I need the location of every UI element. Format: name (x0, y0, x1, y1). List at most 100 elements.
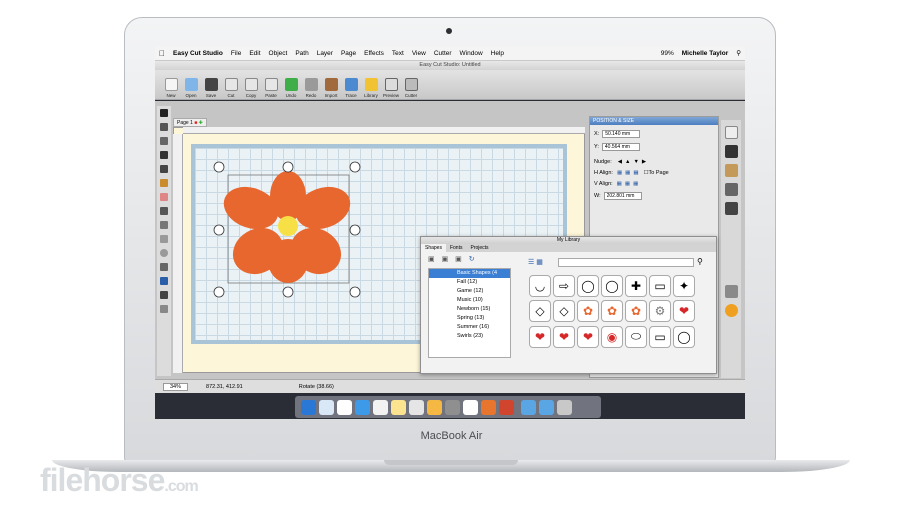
heart-shape-icon[interactable]: ❤ (673, 300, 695, 323)
align-top-icon[interactable]: ▦ (617, 181, 622, 187)
status-bar: 34% 872.31, 412.91 Rotate (38.66) (155, 379, 745, 393)
align-middle-icon[interactable]: ▦ (625, 181, 630, 187)
tools-icon[interactable] (724, 183, 738, 196)
resize-handle-icon[interactable] (349, 224, 361, 236)
library-search-input[interactable] (558, 258, 694, 267)
palette-icon[interactable] (724, 164, 738, 177)
document-icon[interactable] (724, 126, 738, 139)
search-icon[interactable]: ⚲ (697, 257, 703, 266)
device-label: MacBook Air (420, 430, 483, 442)
tree-item[interactable]: Game (12) (429, 287, 510, 296)
align-bottom-icon[interactable]: ▦ (633, 181, 638, 187)
heart-shape-icon[interactable]: ❤ (553, 325, 575, 348)
resize-handle-icon[interactable] (282, 286, 294, 298)
v-align-label: V Align: (594, 181, 613, 187)
trash-icon[interactable] (557, 399, 572, 415)
lips-shape-icon[interactable]: ◉ (601, 325, 623, 348)
system-preferences-icon[interactable] (444, 399, 460, 415)
nudge-up-icon[interactable]: ▲ (625, 159, 630, 165)
safari-icon[interactable] (318, 399, 334, 415)
rhombus-shape-icon[interactable]: ◇ (553, 300, 575, 323)
tree-item[interactable]: Swirls (23) (429, 332, 510, 341)
reminders-icon[interactable] (372, 399, 388, 415)
photos-icon[interactable] (426, 399, 442, 415)
zoom-field[interactable]: 34% (163, 382, 189, 391)
circle-shape-icon[interactable]: ◯ (601, 275, 623, 297)
notes-icon[interactable] (390, 399, 406, 415)
x-label: X: (594, 131, 600, 137)
capsule-shape-icon[interactable]: ▭ (649, 325, 671, 348)
rotate-handle-icon[interactable] (213, 161, 225, 173)
resize-handle-icon[interactable] (349, 161, 361, 173)
w-label: W: (594, 193, 601, 199)
tree-item[interactable]: Basic Shapes (4 (429, 269, 510, 278)
arrow-shape-icon[interactable]: ⇨ (553, 275, 575, 297)
easy-cut-studio-icon[interactable] (498, 399, 514, 415)
rotate-status: Rotate (38.66) (298, 383, 334, 390)
tree-item[interactable]: Fall (12) (429, 278, 510, 287)
resize-handle-icon[interactable] (349, 286, 361, 298)
view-toggle: ☰ ▦ (528, 258, 543, 266)
shapes-grid: ◡ ⇨ ◯ ◯ ✚ ▭ ✦ ◇ ◇ ✿ ✿ ✿ ⚙ ❤ ❤ ❤ ❤ ◉ ⬭ ▭ … (529, 275, 695, 349)
tab-projects[interactable]: Projects (466, 244, 492, 252)
tree-item[interactable]: Summer (16) (429, 323, 510, 332)
resize-handle-icon[interactable] (213, 286, 225, 298)
nudge-right-icon[interactable]: ▶ (642, 159, 646, 165)
gear-shape-icon[interactable]: ⚙ (649, 300, 671, 323)
align-center-icon[interactable]: ▦ (625, 170, 630, 176)
ellipse-shape-icon[interactable]: ◯ (577, 275, 599, 297)
heart-shape-icon[interactable]: ❤ (529, 325, 551, 348)
w-field[interactable] (603, 192, 642, 200)
ibooks-icon[interactable] (480, 399, 496, 415)
flower-shape-icon[interactable]: ✿ (577, 300, 599, 323)
resize-handle-icon[interactable] (282, 161, 294, 173)
oval-shape-icon[interactable]: ⬭ (625, 325, 647, 348)
align-left-icon[interactable]: ▦ (617, 170, 622, 176)
resize-handle-icon[interactable] (213, 224, 225, 236)
tree-item[interactable]: Newborn (15) (429, 305, 510, 314)
delete-icon[interactable]: ▣ (442, 256, 449, 263)
arc-shape-icon[interactable]: ◡ (529, 275, 551, 297)
layers-icon[interactable] (724, 285, 738, 298)
cross-shape-icon[interactable]: ✚ (625, 275, 647, 297)
tab-fonts[interactable]: Fonts (446, 244, 467, 252)
list-view-icon[interactable]: ☰ (528, 259, 534, 266)
grid-view-icon[interactable]: ▦ (536, 259, 543, 266)
circle-shape-icon[interactable]: ◯ (673, 325, 695, 348)
preview-app-icon[interactable] (408, 399, 424, 415)
refresh-icon[interactable]: ↻ (469, 256, 475, 263)
documents-folder-icon[interactable] (539, 399, 554, 415)
flower-shape-icon[interactable]: ✿ (625, 300, 647, 323)
watermark-logo: filehorse.com (40, 462, 199, 498)
diamond-shape-icon[interactable]: ◇ (529, 300, 551, 323)
new-folder-icon[interactable]: ▣ (428, 256, 435, 263)
flower-shape-icon[interactable]: ✿ (601, 300, 623, 323)
flower-center (278, 216, 298, 236)
app-store-icon[interactable] (354, 399, 370, 415)
tree-item[interactable]: Music (10) (429, 296, 510, 305)
move-icon[interactable] (724, 145, 738, 158)
panel-title: POSITION & SIZE (590, 117, 718, 125)
itunes-icon[interactable] (462, 399, 478, 415)
finder-icon[interactable] (300, 399, 316, 415)
nudge-label: Nudge: (594, 159, 612, 165)
library-tabs: Shapes Fonts Projects (421, 244, 716, 252)
h-align-label: H Align: (594, 170, 613, 176)
duplicate-icon[interactable]: ▣ (455, 256, 462, 263)
library-actions: ▣ ▣ ▣ ↻ (428, 255, 475, 263)
applications-folder-icon[interactable] (521, 399, 536, 415)
rounded-rect-shape-icon[interactable]: ▭ (649, 275, 671, 297)
tree-item[interactable]: Spring (13) (429, 314, 510, 323)
nudge-left-icon[interactable]: ◀ (618, 159, 622, 165)
calendar-icon[interactable] (336, 399, 352, 415)
heart-shape-icon[interactable]: ❤ (577, 325, 599, 348)
text-style-icon[interactable] (724, 202, 738, 215)
align-right-icon[interactable]: ▦ (633, 170, 638, 176)
star-shape-icon[interactable]: ✦ (673, 275, 695, 297)
y-field[interactable] (601, 143, 640, 151)
cursor-coords: 872.31, 412.91 (206, 383, 243, 390)
tab-shapes[interactable]: Shapes (421, 244, 446, 252)
x-field[interactable] (602, 130, 641, 138)
nudge-down-icon[interactable]: ▼ (633, 159, 638, 165)
help-icon[interactable] (724, 304, 738, 317)
